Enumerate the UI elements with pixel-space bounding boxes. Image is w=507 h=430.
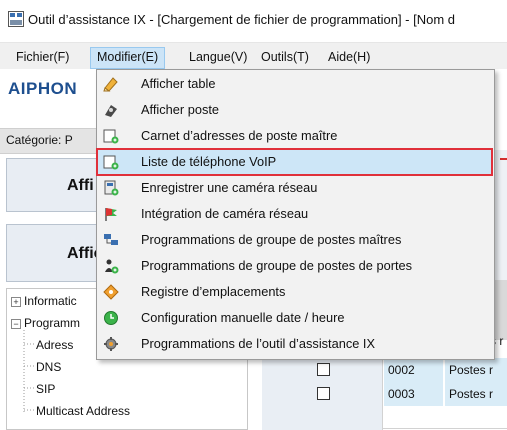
door-group-icon [105,259,119,274]
expand-icon[interactable]: + [11,296,21,307]
address-book-icon [103,129,119,144]
aiphone-logo: AIPHON [8,79,78,98]
menu-item-label: Programmations de groupe de postes de po… [141,258,413,273]
menu-item-label: Liste de téléphone VoIP [141,154,277,169]
voip-list-icon [103,155,119,170]
settings-icon [104,337,118,351]
app-icon [8,11,24,27]
tree-guide-lines [23,330,34,412]
menu-item-label: Afficher poste [141,102,220,117]
menu-modifier[interactable]: Modifier(E) [90,47,166,69]
tree-item-sip[interactable]: SIP [36,382,55,396]
menu-item-label: Intégration de caméra réseau [141,206,309,221]
master-group-icon [104,234,118,245]
tree-item-information[interactable]: + Informatic [11,294,77,308]
menu-bar [0,43,507,69]
row-select-cell [262,358,383,382]
menu-item-registre-emplacements[interactable]: Registre d’emplacements [97,279,492,305]
category-label: Catégorie: P [6,133,73,147]
menu-item-label: Carnet d’adresses de poste maître [141,128,338,143]
camera-register-icon [104,180,119,196]
station-type: Postes r [445,358,507,382]
menu-fichier[interactable]: Fichier(F) [10,47,75,67]
menu-item-groupe-postes-maitres[interactable]: Programmations de groupe de postes maîtr… [97,227,492,253]
menu-item-programmations-outil[interactable]: Programmations de l’outil d’assistance I… [97,331,492,357]
row-select-cell [262,382,383,406]
display-table-button-label: Affi [67,177,94,194]
menu-item-afficher-table[interactable]: Afficher table [97,71,492,97]
menu-item-label: Enregistrer une caméra réseau [141,180,318,195]
menu-item-liste-telephone-voip[interactable]: Liste de téléphone VoIP [96,148,493,176]
tree-item-address[interactable]: Adress [36,338,73,352]
menu-item-afficher-poste[interactable]: Afficher poste [97,97,492,123]
table-row[interactable]: 0002 Postes r [262,358,507,383]
menu-item-label: Programmations de l’outil d’assistance I… [141,336,376,351]
station-number: 0003 [384,382,443,406]
table-row[interactable]: 0003 Postes r [262,382,507,407]
menu-item-label: Configuration manuelle date / heure [141,310,345,325]
clock-icon [104,311,118,325]
row-select-cell [262,406,383,430]
row-checkbox[interactable] [317,387,330,400]
window-title: Outil d’assistance IX - [Chargement de f… [28,12,456,27]
tree-item-multicast-address[interactable]: Multicast Address [36,404,130,418]
red-indicator-line [500,158,507,160]
row-checkbox[interactable] [317,363,330,376]
station-type: Postes r [445,382,507,406]
tree-item-dns[interactable]: DNS [36,360,61,374]
station-icon [105,105,117,117]
menu-outils[interactable]: Outils(T) [255,47,315,67]
menu-langue[interactable]: Langue(V) [183,47,253,67]
menu-item-integration-camera[interactable]: Intégration de caméra réseau [97,201,492,227]
tree-item-programming[interactable]: − Programm [11,316,80,330]
location-icon [103,284,119,300]
table-icon [103,77,118,92]
menu-item-configuration-date-heure[interactable]: Configuration manuelle date / heure [97,305,492,331]
menu-item-enregistrer-camera[interactable]: Enregistrer une caméra réseau [97,175,492,201]
menu-item-carnet-adresses[interactable]: Carnet d’adresses de poste maître [97,123,492,149]
menu-item-groupe-postes-portes[interactable]: Programmations de groupe de postes de po… [97,253,492,279]
menu-item-label: Programmations de groupe de postes maîtr… [141,232,402,247]
collapse-icon[interactable]: − [11,318,21,329]
menu-item-label: Afficher table [141,76,216,91]
menu-item-label: Registre d’emplacements [141,284,286,299]
tree-item-label: Programm [24,316,81,330]
tree-item-label: Informatic [24,294,77,308]
station-number: 0002 [384,358,443,382]
camera-integration-icon [105,208,117,221]
menu-aide[interactable]: Aide(H) [322,47,376,67]
table-row[interactable] [262,406,507,430]
